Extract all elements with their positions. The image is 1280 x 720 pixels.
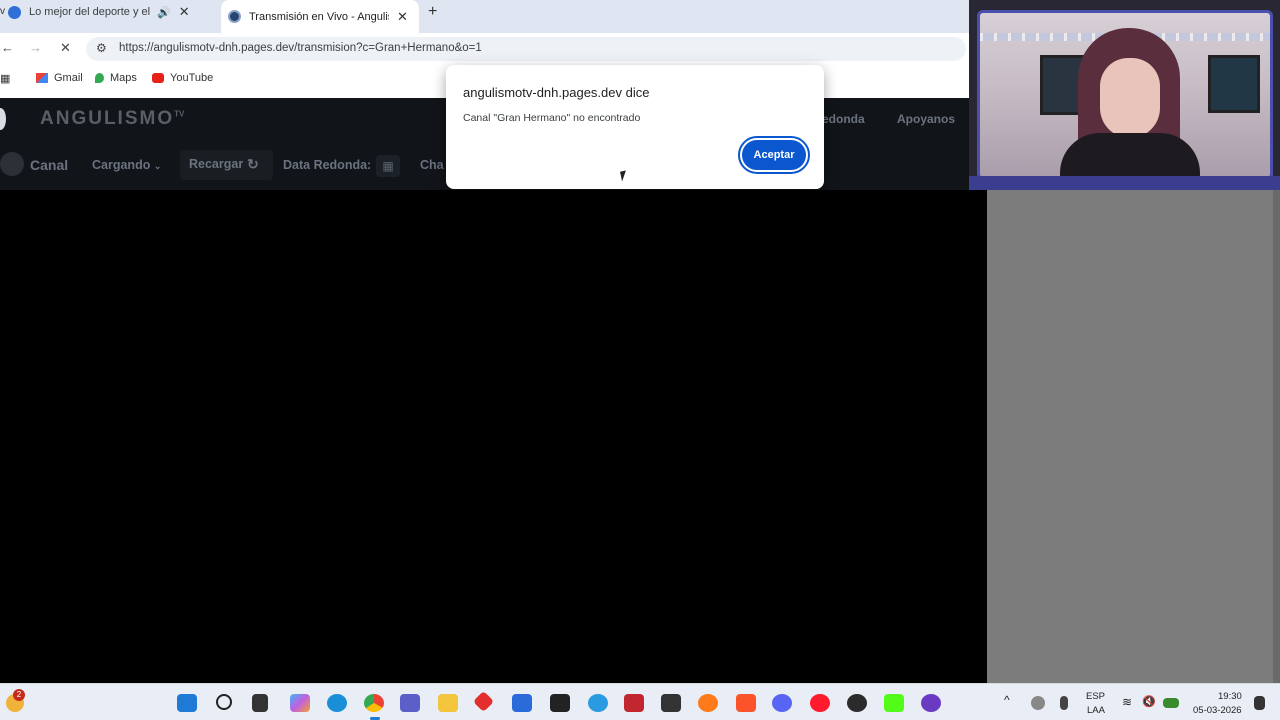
data-redonda-label: Data Redonda: — [283, 158, 372, 172]
forward-arrow-icon[interactable]: → — [29, 40, 42, 55]
app-red-icon[interactable] — [472, 690, 495, 713]
file-explorer-icon[interactable] — [438, 694, 458, 712]
dialog-message: Canal "Gran Hermano" no encontrado — [463, 112, 641, 124]
screen: v Lo mejor del deporte y el e 🔊 ✕ Transm… — [0, 0, 1280, 720]
canal-label: Canal — [30, 157, 69, 173]
wall-picture — [1208, 55, 1260, 113]
task-view-icon[interactable] — [252, 694, 268, 712]
streamer-body — [1060, 133, 1200, 177]
microphone-icon[interactable] — [1060, 696, 1068, 710]
chevron-up-icon[interactable]: ^ — [1004, 693, 1010, 707]
tab-strip: v Lo mejor del deporte y el e 🔊 ✕ Transm… — [0, 0, 969, 33]
tab-sports[interactable]: Lo mejor del deporte y el e 🔊 ✕ — [8, 0, 218, 24]
edge-icon[interactable] — [327, 694, 347, 712]
discord-icon[interactable] — [772, 694, 792, 712]
taskbar: ^ ESP LAA ≋ 🔇 19:30 05-03-2026 — [0, 683, 1280, 720]
iptv-icon[interactable] — [921, 694, 941, 712]
accept-button[interactable]: Aceptar — [738, 136, 810, 174]
dialog-title: angulismotv-dnh.pages.dev dice — [463, 85, 650, 100]
obs-icon[interactable] — [847, 694, 867, 712]
volume-muted-icon[interactable]: 🔇 — [1142, 695, 1156, 708]
chat-panel — [987, 190, 1280, 683]
bookmark-label: YouTube — [170, 72, 214, 84]
maps-pin-icon — [95, 73, 104, 83]
bookmark-label: Gmail — [54, 72, 83, 84]
stop-loading-icon[interactable]: ✕ — [60, 40, 71, 56]
copilot-icon[interactable] — [290, 694, 310, 712]
keyboard-layout[interactable]: LAA — [1087, 705, 1105, 716]
store-icon[interactable] — [512, 694, 532, 712]
kick-icon[interactable] — [884, 694, 904, 712]
webcam-border — [969, 176, 1280, 190]
media-app-icon[interactable] — [550, 694, 570, 712]
address-bar[interactable]: ⚙ https://angulismotv-dnh.pages.dev/tran… — [86, 37, 966, 61]
bookmark-youtube[interactable]: YouTube — [152, 72, 213, 84]
tab-title: Lo mejor del deporte y el e — [29, 6, 151, 18]
site-settings-icon[interactable]: ⚙ — [96, 41, 107, 55]
clock-date[interactable]: 05-03-2026 — [1193, 705, 1242, 716]
channel-select[interactable]: Cargando ⌄ — [92, 158, 161, 172]
chat-label[interactable]: Cha — [420, 158, 444, 172]
start-windows-icon[interactable] — [177, 694, 197, 712]
youtube-icon — [152, 73, 164, 83]
notification-badge: 2 — [13, 689, 25, 701]
apps-grid-icon[interactable]: ▦ — [0, 72, 10, 85]
clock-time[interactable]: 19:30 — [1218, 691, 1242, 702]
site-logo[interactable]: ANGULISMOTV — [40, 108, 184, 130]
nav-data-redonda[interactable]: edonda — [822, 112, 865, 126]
wifi-icon[interactable]: ≋ — [1122, 695, 1132, 709]
speedtest-icon[interactable] — [661, 694, 681, 712]
logo-sup: TV — [174, 109, 185, 119]
close-tab-icon[interactable]: ✕ — [397, 9, 408, 25]
streamer-face — [1100, 58, 1160, 138]
tab-search-chevron-icon[interactable]: v — [0, 6, 5, 17]
tab-favicon-icon — [8, 5, 21, 19]
notification-bell-icon[interactable] — [1254, 696, 1265, 710]
network-status-icon[interactable] — [1031, 696, 1045, 710]
chevron-down-icon: ⌄ — [153, 161, 162, 171]
reload-label: Recargar — [189, 157, 244, 171]
gmail-icon — [36, 73, 48, 83]
webcam-frame — [977, 10, 1273, 180]
toolbar: ← → ✕ ⚙ https://angulismotv-dnh.pages.de… — [0, 33, 969, 64]
bookmark-label: Maps — [110, 72, 137, 84]
close-tab-icon[interactable]: ✕ — [179, 4, 190, 20]
brave-icon[interactable] — [736, 694, 756, 712]
video-player-area[interactable] — [0, 190, 987, 683]
tab-title: Transmisión en Vivo - Angulism — [249, 10, 389, 23]
webcam-overlay — [969, 0, 1280, 190]
new-tab-button[interactable]: + — [428, 3, 437, 21]
logo-text: ANGULISMO — [40, 108, 175, 129]
url-text: https://angulismotv-dnh.pages.dev/transm… — [119, 42, 482, 54]
opera-icon[interactable] — [810, 694, 830, 712]
speaker-icon[interactable]: 🔊 — [157, 6, 171, 19]
search-icon[interactable] — [216, 694, 232, 710]
firefox-icon[interactable] — [698, 694, 718, 712]
decorative-circle — [0, 108, 6, 130]
bookmark-gmail[interactable]: Gmail — [36, 72, 83, 84]
language-indicator[interactable]: ESP — [1086, 691, 1105, 702]
nav-apoyanos[interactable]: Apoyanos — [897, 112, 955, 126]
battery-icon[interactable] — [1163, 698, 1179, 708]
reload-button[interactable]: Recargar ↻ — [180, 150, 273, 180]
teams-icon[interactable] — [400, 694, 420, 712]
bookmark-maps[interactable]: Maps — [95, 72, 137, 84]
channel-select-value: Cargando — [92, 158, 151, 172]
soccer-ball-icon — [0, 152, 24, 176]
alert-dialog: angulismotv-dnh.pages.dev dice Canal "Gr… — [446, 65, 824, 189]
tab-favicon-icon — [228, 10, 241, 23]
chrome-icon[interactable] — [364, 694, 384, 712]
antivirus-icon[interactable] — [624, 694, 644, 712]
scrollbar[interactable] — [1273, 190, 1280, 683]
back-arrow-icon[interactable]: ← — [1, 40, 14, 55]
browser-app-icon[interactable] — [588, 694, 608, 712]
tab-transmision[interactable]: Transmisión en Vivo - Angulism ✕ — [221, 0, 419, 33]
refresh-icon: ↻ — [247, 156, 259, 172]
grid-icon[interactable]: ▦ — [376, 155, 400, 177]
